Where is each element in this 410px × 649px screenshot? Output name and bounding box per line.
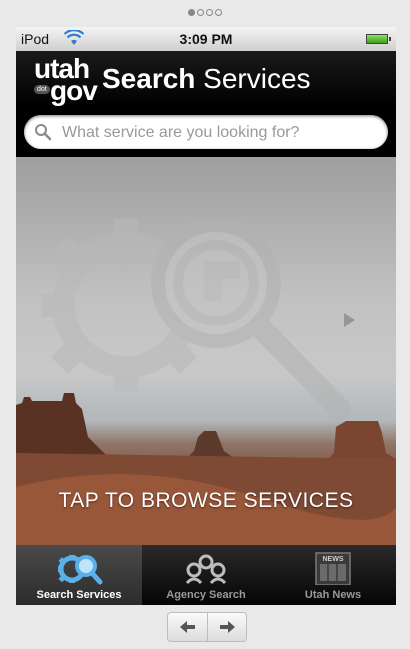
tab-bar: Search Services Agency Search NEWS Utah … [16, 545, 396, 605]
forward-arrow-button[interactable] [208, 613, 247, 641]
next-arrow-icon[interactable] [344, 313, 355, 327]
tab-label: Utah News [304, 589, 362, 601]
arrow-left-icon [180, 621, 195, 633]
page-nav-controls [167, 612, 247, 642]
tab-search-services[interactable]: Search Services [16, 545, 142, 605]
page-indicator [0, 8, 410, 18]
gear-search-icon [16, 551, 142, 585]
title-light: Services [195, 63, 311, 94]
tab-label: Agency Search [166, 589, 246, 601]
news-icon-badge: NEWS [323, 556, 344, 563]
page-dot[interactable] [215, 9, 222, 16]
agency-people-icon [143, 551, 269, 585]
battery-icon [366, 34, 391, 44]
logo-tag: dot [34, 85, 50, 94]
logo-text-bottom: gov [50, 75, 98, 106]
search-input[interactable] [60, 120, 384, 146]
tab-utah-news[interactable]: NEWS Utah News [270, 545, 396, 605]
arrow-right-icon [220, 621, 235, 633]
page-dot-active[interactable] [188, 9, 195, 16]
hero-illustration [16, 157, 396, 545]
page-dot[interactable] [197, 9, 204, 16]
clock: 3:09 PM [179, 31, 233, 47]
title-bold: Search [102, 63, 196, 94]
status-bar: iPod 3:09 PM [16, 27, 396, 51]
newspaper-icon: NEWS [270, 551, 396, 586]
back-arrow-button[interactable] [168, 613, 207, 641]
tab-agency-search[interactable]: Agency Search [143, 545, 269, 605]
page-dot[interactable] [206, 9, 213, 16]
browse-services-label: TAP TO BROWSE SERVICES [58, 489, 354, 512]
search-icon [34, 123, 52, 146]
tab-label: Search Services [36, 589, 122, 601]
search-bar [16, 107, 396, 157]
utah-gov-logo: utah dot gov [28, 53, 98, 106]
page-title: Search Services [102, 63, 311, 95]
app-header: utah dot gov Search Services [16, 51, 396, 107]
device-screen: iPod 3:09 PM utah dot gov Search Service… [16, 27, 396, 605]
search-field[interactable] [24, 115, 388, 149]
browse-services-banner[interactable]: TAP TO BROWSE SERVICES [16, 157, 396, 545]
